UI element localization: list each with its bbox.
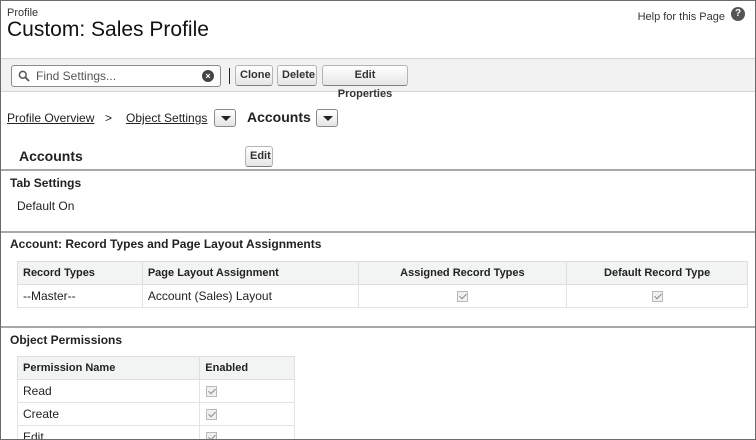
page-layout-cell: Account (Sales) Layout <box>141 284 359 308</box>
object-section-title: Accounts <box>19 148 83 164</box>
table-row: Read <box>16 379 295 403</box>
tab-settings-title: Tab Settings <box>10 176 82 190</box>
breadcrumb-current: Accounts <box>247 109 311 125</box>
table-row: Edit <box>16 425 295 439</box>
permission-name-cell: Edit <box>16 425 201 439</box>
toolbar: × Clone Delete Edit Properties <box>1 58 755 100</box>
tab-settings-value: Default On <box>17 199 75 213</box>
delete-button[interactable]: Delete <box>277 65 317 86</box>
chevron-down-icon <box>221 116 231 121</box>
edit-button[interactable]: Edit <box>245 146 273 167</box>
search-box[interactable]: × <box>11 65 221 87</box>
table-header-row: Permission Name Enabled <box>16 356 295 380</box>
record-types-table: Record Types Page Layout Assignment Assi… <box>17 261 748 308</box>
accounts-dropdown[interactable] <box>316 109 338 127</box>
section-divider <box>1 169 755 171</box>
checkbox-checked-icon <box>456 291 468 303</box>
column-header: Permission Name <box>16 356 201 380</box>
permission-enabled-cell <box>199 379 295 403</box>
record-types-title: Account: Record Types and Page Layout As… <box>10 237 322 251</box>
page-frame: Profile Custom: Sales Profile Help for t… <box>0 0 756 440</box>
column-header: Assigned Record Types <box>357 261 568 285</box>
breadcrumb-object-settings[interactable]: Object Settings <box>126 111 207 125</box>
object-permissions-table: Permission Name Enabled Read Create Edit <box>16 356 295 439</box>
clone-button[interactable]: Clone <box>235 65 273 86</box>
object-settings-dropdown[interactable] <box>214 109 236 127</box>
table-header-row: Record Types Page Layout Assignment Assi… <box>17 261 748 285</box>
permission-enabled-cell <box>199 425 295 439</box>
checkbox-checked-icon <box>651 291 663 303</box>
page-header: Profile Custom: Sales Profile Help for t… <box>1 1 755 58</box>
record-type-cell: --Master-- <box>17 284 143 308</box>
checkbox-checked-icon <box>206 386 218 398</box>
checkbox-checked-icon <box>206 409 218 421</box>
permission-name-cell: Create <box>16 402 201 426</box>
permission-enabled-cell <box>199 402 295 426</box>
breadcrumb-separator: > <box>105 111 113 125</box>
column-header: Page Layout Assignment <box>141 261 359 285</box>
search-icon <box>18 70 30 82</box>
default-cell <box>566 284 748 308</box>
section-divider <box>1 326 755 328</box>
column-header: Default Record Type <box>566 261 748 285</box>
toolbar-divider <box>229 68 230 84</box>
breadcrumb: Profile Overview > Object Settings Accou… <box>7 109 747 131</box>
help-icon[interactable]: ? <box>731 7 745 21</box>
clear-search-icon[interactable]: × <box>202 70 214 82</box>
table-row: Create <box>16 402 295 426</box>
checkbox-checked-icon <box>206 432 218 439</box>
column-header: Record Types <box>17 261 143 285</box>
breadcrumb-profile-overview[interactable]: Profile Overview <box>7 111 94 125</box>
table-row: --Master-- Account (Sales) Layout <box>17 284 748 308</box>
section-divider <box>1 231 755 233</box>
page-title: Custom: Sales Profile <box>7 18 209 41</box>
help-link[interactable]: Help for this Page <box>638 11 725 23</box>
column-header: Enabled <box>199 356 295 380</box>
permission-name-cell: Read <box>16 379 201 403</box>
edit-properties-button[interactable]: Edit Properties <box>322 65 408 100</box>
object-permissions-title: Object Permissions <box>10 333 123 347</box>
search-input[interactable] <box>36 68 196 84</box>
chevron-down-icon <box>323 116 333 121</box>
assigned-cell <box>357 284 568 308</box>
